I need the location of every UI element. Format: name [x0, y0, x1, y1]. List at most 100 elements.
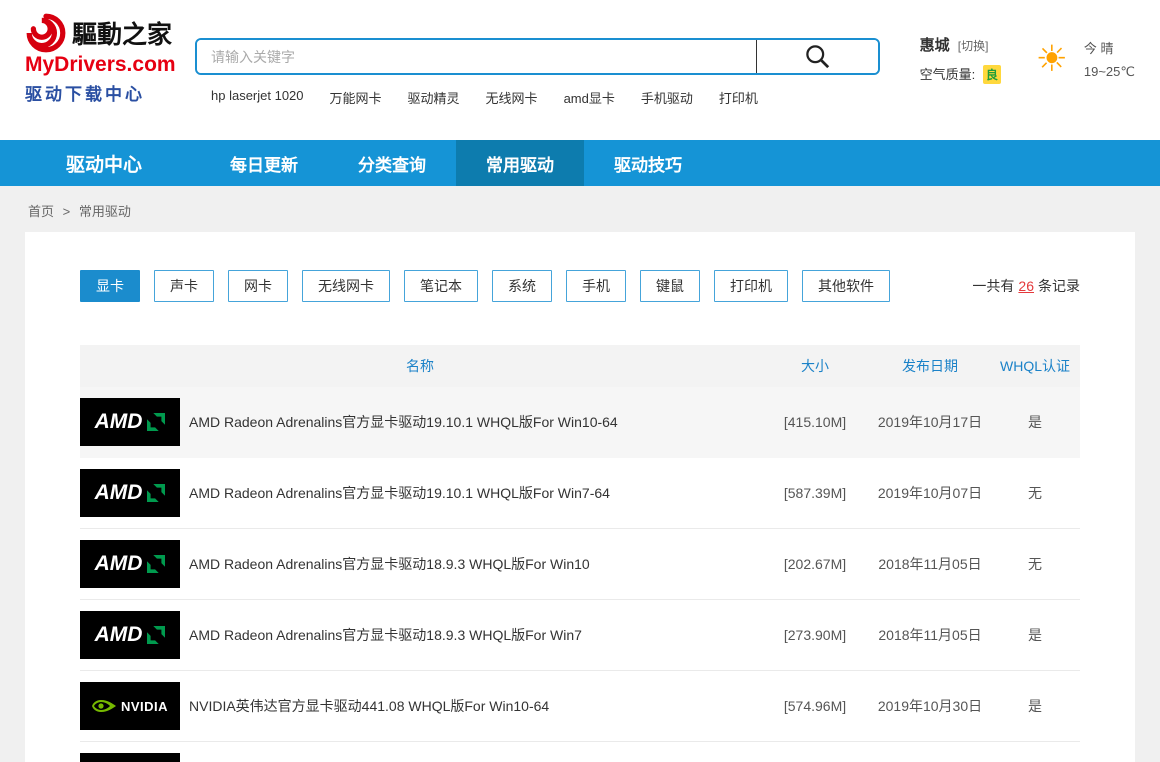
weather-widget: 惠城 [切换] 空气质量: 良 ☀ 今 晴 19~25℃ — [920, 34, 1135, 84]
header-size: 大小 — [801, 358, 829, 374]
driver-date: 2018年11月05日 — [878, 627, 982, 643]
driver-size: [587.39M] — [783, 485, 847, 501]
main-nav: 驱动中心 每日更新 分类查询 常用驱动 驱动技巧 — [0, 140, 1160, 186]
weather-condition: 今 晴 — [1083, 41, 1114, 56]
driver-link[interactable]: AMD Radeon Adrenalins官方显卡驱动19.10.1 WHQL版… — [189, 412, 618, 432]
weather-city: 惠城 — [919, 37, 950, 54]
nvidia-eye-icon — [91, 700, 116, 712]
search-icon — [806, 45, 830, 69]
driver-size: [273.90M] — [783, 627, 847, 643]
category-network[interactable]: 网卡 — [228, 270, 288, 302]
category-filter-row: 显卡 声卡 网卡 无线网卡 笔记本 系统 手机 键鼠 打印机 其他软件 一共有 2… — [80, 270, 1080, 302]
nav-item-daily-update[interactable]: 每日更新 — [200, 140, 328, 186]
dragon-logo-icon — [26, 13, 66, 53]
driver-whql: 是 — [1028, 414, 1042, 430]
category-printer[interactable]: 打印机 — [714, 270, 788, 302]
amd-logo: AMD — [80, 398, 180, 446]
breadcrumb: 首页 > 常用驱动 — [0, 186, 1160, 232]
header-name: 名称 — [406, 358, 434, 374]
driver-size: [415.10M] — [783, 414, 847, 430]
weather-temp: 19~25℃ — [1083, 64, 1135, 79]
driver-table: 名称 大小 发布日期 WHQL认证 AMD AMD Radeon Adrenal… — [80, 345, 1080, 762]
hot-links: hp laserjet 1020 万能网卡 驱动精灵 无线网卡 amd显卡 手机… — [195, 88, 880, 107]
category-phone[interactable]: 手机 — [566, 270, 626, 302]
page-body: 首页 > 常用驱动 显卡 声卡 网卡 无线网卡 笔记本 系统 手机 键鼠 打印机… — [0, 186, 1160, 762]
amd-arrow-icon — [147, 413, 166, 431]
table-row: AMD AMD Radeon Adrenalins官方显卡驱动18.9.3 WH… — [80, 600, 1080, 671]
content-card: 显卡 声卡 网卡 无线网卡 笔记本 系统 手机 键鼠 打印机 其他软件 一共有 2… — [25, 232, 1135, 762]
nav-item-driver-center[interactable]: 驱动中心 — [40, 140, 168, 186]
table-row: AMD AMD Radeon Adrenalins官方显卡驱动19.10.1 W… — [80, 387, 1080, 458]
logo-cn-name: 驅動之家 — [72, 22, 173, 49]
category-keyboard-mouse[interactable]: 键鼠 — [640, 270, 700, 302]
driver-link[interactable]: AMD Radeon Adrenalins官方显卡驱动18.9.3 WHQL版F… — [189, 625, 582, 645]
search-button[interactable] — [756, 40, 878, 73]
driver-size: [202.67M] — [783, 556, 847, 572]
category-wireless[interactable]: 无线网卡 — [302, 270, 390, 302]
amd-logo-text: AMD — [94, 481, 143, 504]
amd-logo-text: AMD — [94, 552, 143, 575]
driver-date: 2019年10月17日 — [877, 414, 983, 430]
record-count-prefix: 一共有 — [972, 278, 1015, 294]
nvidia-logo-text: NVIDIA — [120, 698, 169, 714]
sun-icon: ☀ — [1035, 38, 1068, 79]
category-system[interactable]: 系统 — [492, 270, 552, 302]
breadcrumb-home[interactable]: 首页 — [28, 204, 54, 219]
driver-date: 2019年10月07日 — [877, 485, 983, 501]
brand-logo — [80, 753, 180, 762]
site-logo[interactable]: 驅動之家 MyDrivers.com 驱动下载中心 — [25, 12, 190, 105]
nav-item-category-query[interactable]: 分类查询 — [328, 140, 456, 186]
amd-arrow-icon — [147, 555, 166, 573]
amd-logo: AMD — [80, 540, 180, 588]
hot-link[interactable]: 手机驱动 — [641, 88, 693, 107]
city-switch-link[interactable]: [切换] — [958, 39, 989, 53]
amd-logo: AMD — [80, 611, 180, 659]
record-count: 一共有 26 条记录 — [972, 276, 1080, 296]
search-input[interactable] — [197, 40, 756, 73]
amd-arrow-icon — [147, 626, 166, 644]
driver-whql: 是 — [1028, 627, 1042, 643]
table-row: AMD AMD Radeon Adrenalins官方显卡驱动18.9.3 WH… — [80, 529, 1080, 600]
table-header: 名称 大小 发布日期 WHQL认证 — [80, 345, 1080, 387]
hot-link[interactable]: 无线网卡 — [486, 88, 538, 107]
driver-link[interactable]: AMD Radeon Adrenalins官方显卡驱动19.10.1 WHQL版… — [189, 483, 610, 503]
category-gpu[interactable]: 显卡 — [80, 270, 140, 302]
hot-link[interactable]: 万能网卡 — [330, 88, 382, 107]
air-quality-label: 空气质量: — [919, 67, 976, 82]
logo-subtitle: 驱动下载中心 — [25, 85, 145, 104]
category-other-software[interactable]: 其他软件 — [802, 270, 890, 302]
breadcrumb-separator: > — [62, 204, 71, 219]
hot-link[interactable]: amd显卡 — [564, 88, 615, 107]
nav-item-driver-tips[interactable]: 驱动技巧 — [584, 140, 712, 186]
search-box — [195, 38, 880, 75]
header-date: 发布日期 — [902, 358, 958, 374]
driver-whql: 无 — [1028, 556, 1042, 572]
amd-arrow-icon — [147, 484, 166, 502]
driver-whql: 是 — [1028, 698, 1042, 714]
category-sound[interactable]: 声卡 — [154, 270, 214, 302]
hot-link[interactable]: hp laserjet 1020 — [211, 88, 304, 107]
breadcrumb-current: 常用驱动 — [78, 204, 131, 219]
hot-link[interactable]: 驱动精灵 — [408, 88, 460, 107]
driver-date: 2018年11月05日 — [878, 556, 982, 572]
site-header: 驅動之家 MyDrivers.com 驱动下载中心 hp laserjet 10… — [0, 0, 1160, 140]
driver-size: [574.96M] — [783, 698, 847, 714]
driver-whql: 无 — [1028, 485, 1042, 501]
driver-link[interactable]: AMD Radeon Adrenalins官方显卡驱动18.9.3 WHQL版F… — [189, 554, 590, 574]
air-quality-badge: 良 — [982, 65, 1001, 84]
record-count-number[interactable]: 26 — [1014, 278, 1038, 294]
driver-link[interactable]: NVIDIA英伟达官方显卡驱动441.08 WHQL版For Win10-64 — [189, 696, 549, 716]
driver-date: 2019年10月30日 — [877, 698, 983, 714]
amd-logo-text: AMD — [94, 410, 143, 433]
record-count-suffix: 条记录 — [1038, 278, 1080, 294]
nvidia-logo: NVIDIA — [80, 682, 180, 730]
table-row: AMD AMD Radeon Adrenalins官方显卡驱动19.10.1 W… — [80, 458, 1080, 529]
hot-link[interactable]: 打印机 — [719, 88, 758, 107]
amd-logo: AMD — [80, 469, 180, 517]
amd-logo-text: AMD — [94, 623, 143, 646]
search-area: hp laserjet 1020 万能网卡 驱动精灵 无线网卡 amd显卡 手机… — [195, 38, 880, 107]
category-laptop[interactable]: 笔记本 — [404, 270, 478, 302]
table-row: NVIDIA NVIDIA英伟达官方显卡驱动441.08 WHQL版For Wi… — [80, 671, 1080, 742]
nav-item-common-drivers[interactable]: 常用驱动 — [456, 140, 585, 186]
table-row — [80, 742, 1080, 762]
